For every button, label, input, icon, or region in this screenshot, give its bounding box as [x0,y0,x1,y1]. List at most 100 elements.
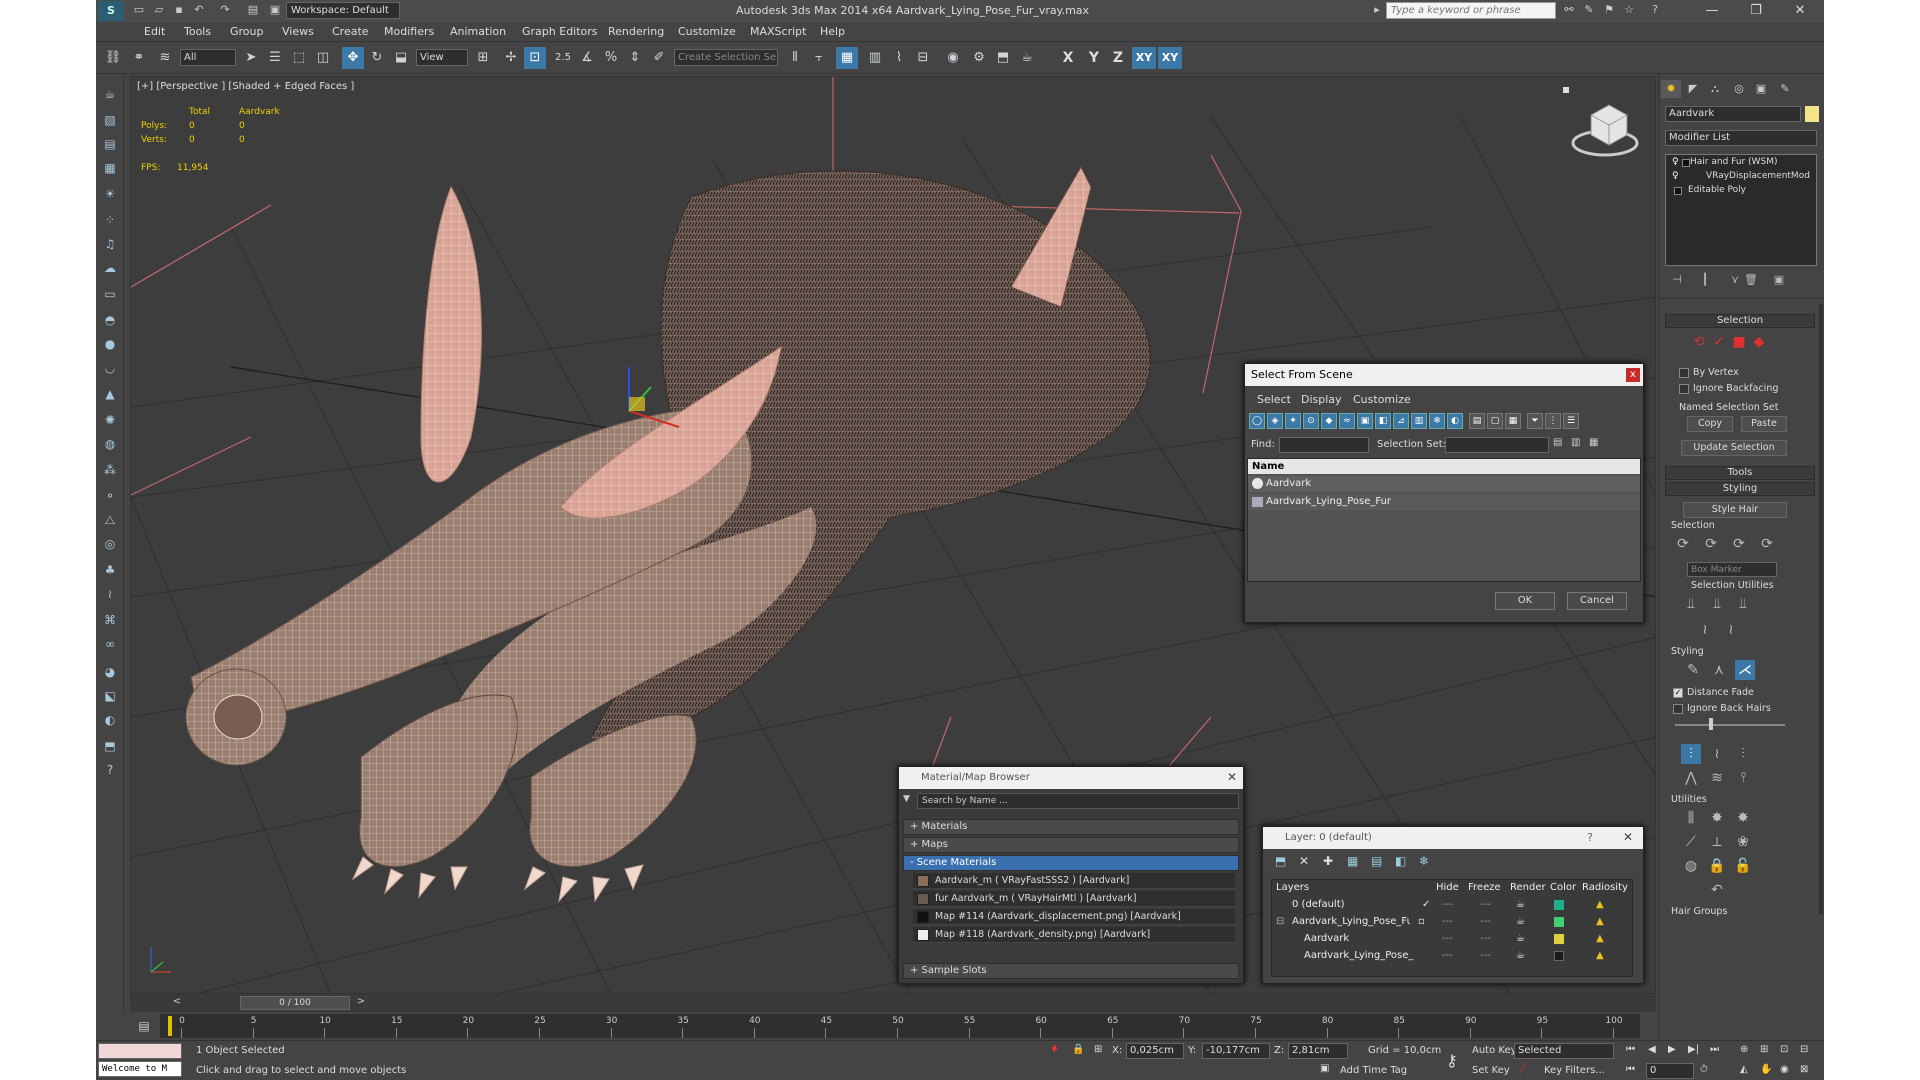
polygon-select-icon[interactable]: ■ [1729,332,1749,352]
key-filters-button[interactable]: Key Filters... [1544,1065,1605,1076]
display-tab-icon[interactable]: ▣ [1751,80,1771,98]
dialog-close-button[interactable]: x [1626,368,1640,382]
teapot-icon[interactable]: ☕ [100,84,120,104]
hair-icon[interactable]: ≀ [100,584,120,604]
track-bar-ruler[interactable]: 0 5 10 15 20 25 30 35 40 45 50 55 60 65 70 75 80 85 90 95 10… [160,1014,1640,1038]
map-item[interactable]: Map #118 (Aardvark_density.png) [Aardvar… [913,927,1235,943]
brush-tool-icon[interactable]: ⋌ [1735,660,1755,680]
display-cameras-icon[interactable]: ⊙ [1303,413,1319,429]
play-icon[interactable]: ▶ [1668,1044,1676,1055]
select-and-scale-icon[interactable]: ⬓ [390,47,412,69]
app-logo-icon[interactable]: S [98,1,124,21]
current-frame-input[interactable]: 0 [1646,1063,1694,1079]
radiosity-icon[interactable]: ▲ [1596,913,1604,930]
rope-icon[interactable]: ∞ [100,634,120,654]
graphite-ribbon-icon[interactable]: ▥ [864,47,886,69]
pin-stack-icon[interactable]: ⊣ [1667,270,1687,290]
selection-rollout[interactable]: Selection [1665,314,1815,328]
stack-item-vray-displacement[interactable]: ♀ VRayDisplacementMod [1668,171,1814,184]
zoom-icon[interactable]: ⊕ [1740,1044,1748,1055]
display-helpers-icon[interactable]: ◆ [1321,413,1337,429]
show-end-result-icon[interactable]: ┃ [1695,270,1715,290]
menu-create[interactable]: Create [332,25,369,38]
comb-frizz-icon[interactable]: ≀ [1707,744,1727,764]
display-groups-icon[interactable]: ▣ [1357,413,1373,429]
gold-sphere-icon[interactable]: ◍ [100,434,120,454]
copy-button[interactable]: Copy [1687,416,1733,432]
ignore-backfacing-checkbox[interactable] [1679,384,1689,394]
unlock-icon[interactable]: 🔓 [1733,856,1753,876]
keyboard-shortcut-override-icon[interactable]: ⊡ [524,47,546,69]
create-layer-icon[interactable]: ⬒ [1275,854,1286,868]
image-icon[interactable]: ▧ [100,110,120,130]
render-teapot-icon[interactable]: ☕ [1516,913,1525,930]
communication-center-icon[interactable]: ✎ [1582,3,1596,17]
z-coordinate-input[interactable]: 2,81cm [1288,1043,1348,1059]
add-to-layer-icon[interactable]: ✚ [1323,854,1333,868]
hierarchy-icon[interactable]: ⋮ [1545,413,1561,429]
recomb-icon[interactable]: ⟋ [1681,832,1701,852]
menu-group[interactable]: Group [230,25,264,38]
pan-icon[interactable]: ✋ [1760,1064,1772,1075]
zoom-extents-all-icon[interactable]: ⊟ [1800,1044,1808,1055]
track-bar-toggle-icon[interactable]: ▤ [132,1016,156,1036]
go-to-end-icon[interactable]: ⏭ [1710,1044,1719,1055]
undo-icon[interactable]: ↶ [192,3,206,17]
filter-icon[interactable]: ⏷ [1527,413,1543,429]
layer-color-swatch[interactable] [1554,900,1564,910]
rotate-selection-icon[interactable]: ⫫ [1733,594,1753,614]
transform-icon[interactable]: ⬕ [100,686,120,706]
rectangular-selection-icon[interactable]: ⬚ [288,47,310,69]
align-icon[interactable]: ⫟ [808,47,830,69]
viewcube-home-icon[interactable] [1563,87,1569,93]
ok-button[interactable]: OK [1495,592,1555,610]
menu-tools[interactable]: Tools [184,25,211,38]
object-color-swatch[interactable] [1805,106,1819,122]
field-of-view-icon[interactable]: ◭ [1740,1064,1748,1075]
help-icon[interactable]: ? [1648,3,1662,17]
hierarchy-tab-icon[interactable]: ⛬ [1705,80,1725,98]
cone-icon[interactable]: ▲ [100,384,120,404]
next-frame-icon[interactable]: ▶| [1688,1044,1699,1055]
radiosity-icon[interactable]: ▲ [1596,930,1604,947]
guides-select-icon[interactable]: ⟲ [1689,332,1709,352]
layer-color-swatch[interactable] [1554,917,1564,927]
group-scene-materials[interactable]: - Scene Materials [903,855,1239,871]
reset-rest-icon[interactable]: ⟂ [1707,832,1727,852]
plane-icon[interactable]: ▭ [100,284,120,304]
delete-layer-icon[interactable]: ✕ [1299,854,1309,868]
layer-help-button[interactable]: ? [1587,831,1593,844]
render-teapot-icon[interactable]: ☕ [1516,930,1525,947]
menu-animation[interactable]: Animation [450,25,506,38]
schematic-view-icon[interactable]: ⊟ [912,47,934,69]
time-tag-icon[interactable]: ▣ [1320,1063,1329,1074]
angle-snap-icon[interactable]: ∡ [576,47,598,69]
menu-rendering[interactable]: Rendering [608,25,664,38]
maxscript-mini-listener[interactable]: Welcome to M [98,1061,182,1077]
toggle-collisions-icon[interactable]: ❀ [1733,832,1753,852]
y-coordinate-input[interactable]: -10,177cm [1202,1043,1270,1059]
select-by-name-icon[interactable]: ☰ [264,47,286,69]
command-panel-scrollbar[interactable] [1819,304,1823,914]
bowl-icon[interactable]: ◡ [100,358,120,378]
stack-item-hair-fur[interactable]: ♀ Hair and Fur (WSM) [1668,157,1814,170]
sfs-menu-display[interactable]: Display [1301,393,1342,406]
restrict-z-button[interactable]: Z [1106,47,1130,69]
restrict-y-button[interactable]: Y [1082,47,1106,69]
material-editor-icon[interactable]: ◉ [942,47,964,69]
go-to-start-icon[interactable]: ⏮ [1626,1044,1635,1055]
sphere-icon[interactable]: ● [100,334,120,354]
help-circle-icon[interactable]: ? [100,760,120,780]
render-teapot-icon[interactable]: ☕ [1516,896,1525,913]
layer-object-row[interactable]: Aardvark --- --- ☕ ▲ [1272,930,1632,947]
group-materials[interactable]: + Materials [903,819,1239,835]
styling-rollout[interactable]: Styling [1665,482,1815,496]
rotate-icon[interactable]: ⫯ [1733,768,1753,788]
display-spacewarps-icon[interactable]: ≈ [1339,413,1355,429]
help-search-input[interactable]: Type a keyword or phrase [1386,2,1556,19]
selection-filter-dropdown[interactable]: All [180,49,236,66]
fur-icon[interactable]: ⌘ [100,610,120,630]
selection-set-select-icon[interactable]: ▦ [1589,437,1605,453]
select-hair-icon-3[interactable]: ⟳ [1729,534,1749,554]
sfs-menu-customize[interactable]: Customize [1353,393,1411,406]
